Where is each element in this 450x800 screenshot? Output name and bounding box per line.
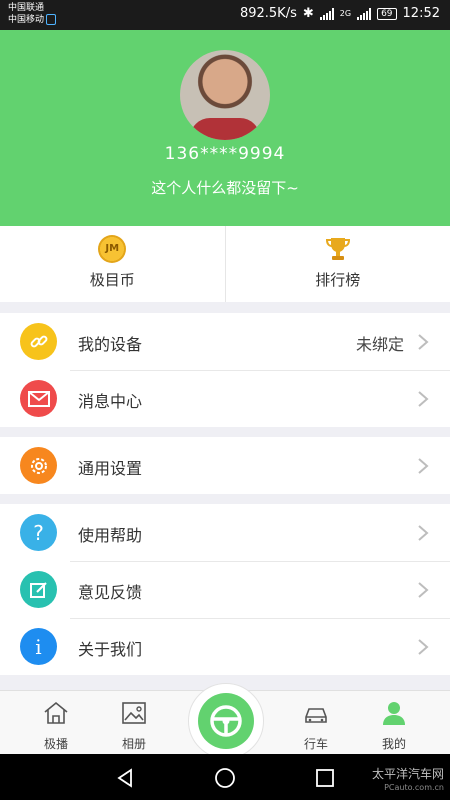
tab-label: 极播 xyxy=(43,737,68,751)
bluetooth-icon: ✱ xyxy=(302,6,314,21)
menu-label: 我的设备 xyxy=(78,335,143,354)
lock-icon xyxy=(46,14,57,25)
device-status: 未绑定 xyxy=(355,335,404,354)
menu-label: 使用帮助 xyxy=(78,526,143,545)
question-icon: ? xyxy=(20,514,57,551)
chevron-right-icon xyxy=(418,639,429,655)
back-icon[interactable] xyxy=(114,767,136,789)
clock: 12:52 xyxy=(402,6,440,21)
tab-label: 行车 xyxy=(303,737,328,751)
avatar[interactable] xyxy=(180,50,270,140)
menu-group-2: 通用设置 xyxy=(0,437,450,494)
menu-label: 关于我们 xyxy=(78,640,143,659)
network-type: 2G xyxy=(339,9,352,18)
home-icon xyxy=(44,701,68,724)
jm-coin-icon: JM xyxy=(98,235,127,263)
chevron-right-icon xyxy=(418,525,429,541)
menu-label: 通用设置 xyxy=(78,459,143,478)
signal-icon-2 xyxy=(357,7,372,20)
watermark: 太平洋汽车网 PCauto.com.cn xyxy=(372,768,444,794)
profile-signature[interactable]: 这个人什么都没留下~ xyxy=(0,177,450,198)
menu-group-3: ? 使用帮助 意见反馈 i 关于我们 xyxy=(0,504,450,675)
menu-item-my-device[interactable]: 我的设备 未绑定 xyxy=(0,313,450,370)
carrier-info: 中国联通 中国移动 xyxy=(8,3,57,26)
home-circle-icon[interactable] xyxy=(214,767,236,789)
menu-label: 消息中心 xyxy=(78,392,143,411)
menu-group-1: 我的设备 未绑定 消息中心 xyxy=(0,313,450,427)
leaderboard-button[interactable]: 排行榜 xyxy=(224,226,450,302)
car-icon xyxy=(305,708,327,723)
menu-item-help[interactable]: ? 使用帮助 xyxy=(0,504,450,561)
system-nav-bar: 太平洋汽车网 PCauto.com.cn xyxy=(0,754,450,800)
menu-item-feedback[interactable]: 意见反馈 xyxy=(0,561,450,618)
album-icon xyxy=(122,702,146,724)
user-icon xyxy=(383,702,405,725)
jm-coin-button[interactable]: JM 极目币 xyxy=(0,226,225,302)
status-bar: 中国联通 中国移动 892.5K/s ✱ 2G 69 12:52 xyxy=(0,0,450,30)
recents-icon[interactable] xyxy=(314,767,336,789)
steering-wheel-icon xyxy=(198,693,254,749)
tab-me[interactable]: 我的 xyxy=(364,699,424,752)
gear-icon xyxy=(20,447,57,484)
tab-home[interactable]: 极播 xyxy=(26,699,86,752)
tab-album[interactable]: 相册 xyxy=(104,699,164,752)
tab-label: 我的 xyxy=(381,737,406,751)
carrier-2: 中国移动 xyxy=(8,15,45,25)
network-speed: 892.5K/s xyxy=(239,6,297,21)
leaderboard-label: 排行榜 xyxy=(315,271,361,289)
watermark-line-1: 太平洋汽车网 xyxy=(371,767,444,781)
chevron-right-icon xyxy=(418,582,429,598)
status-right: 892.5K/s ✱ 2G 69 12:52 xyxy=(240,6,440,21)
trophy-icon xyxy=(325,238,350,260)
bottom-nav: 极播 相册 行车 我的 xyxy=(0,683,450,759)
info-icon: i xyxy=(20,628,57,665)
profile-phone: 136****9994 xyxy=(164,144,286,164)
edit-icon xyxy=(20,571,57,608)
chevron-right-icon xyxy=(418,334,429,350)
battery-indicator: 69 xyxy=(377,7,397,20)
jm-coin-label: 极目币 xyxy=(89,271,135,289)
chevron-right-icon xyxy=(418,391,429,407)
link-icon xyxy=(20,323,57,360)
mail-icon xyxy=(20,380,57,417)
chevron-right-icon xyxy=(418,458,429,474)
tab-drive[interactable]: 行车 xyxy=(286,699,346,752)
quick-actions: JM 极目币 排行榜 xyxy=(0,226,450,302)
menu-item-about[interactable]: i 关于我们 xyxy=(0,618,450,675)
signal-icon xyxy=(319,7,334,20)
menu-item-message-center[interactable]: 消息中心 xyxy=(0,370,450,427)
menu-item-general-settings[interactable]: 通用设置 xyxy=(0,437,450,494)
tab-label: 相册 xyxy=(121,737,146,751)
carrier-1: 中国联通 xyxy=(8,3,45,13)
watermark-line-2: PCauto.com.cn xyxy=(384,783,444,792)
profile-header: 136****9994 这个人什么都没留下~ xyxy=(0,30,450,226)
avatar-shirt xyxy=(190,118,260,140)
center-drive-button[interactable] xyxy=(188,683,264,759)
menu-label: 意见反馈 xyxy=(78,583,143,602)
